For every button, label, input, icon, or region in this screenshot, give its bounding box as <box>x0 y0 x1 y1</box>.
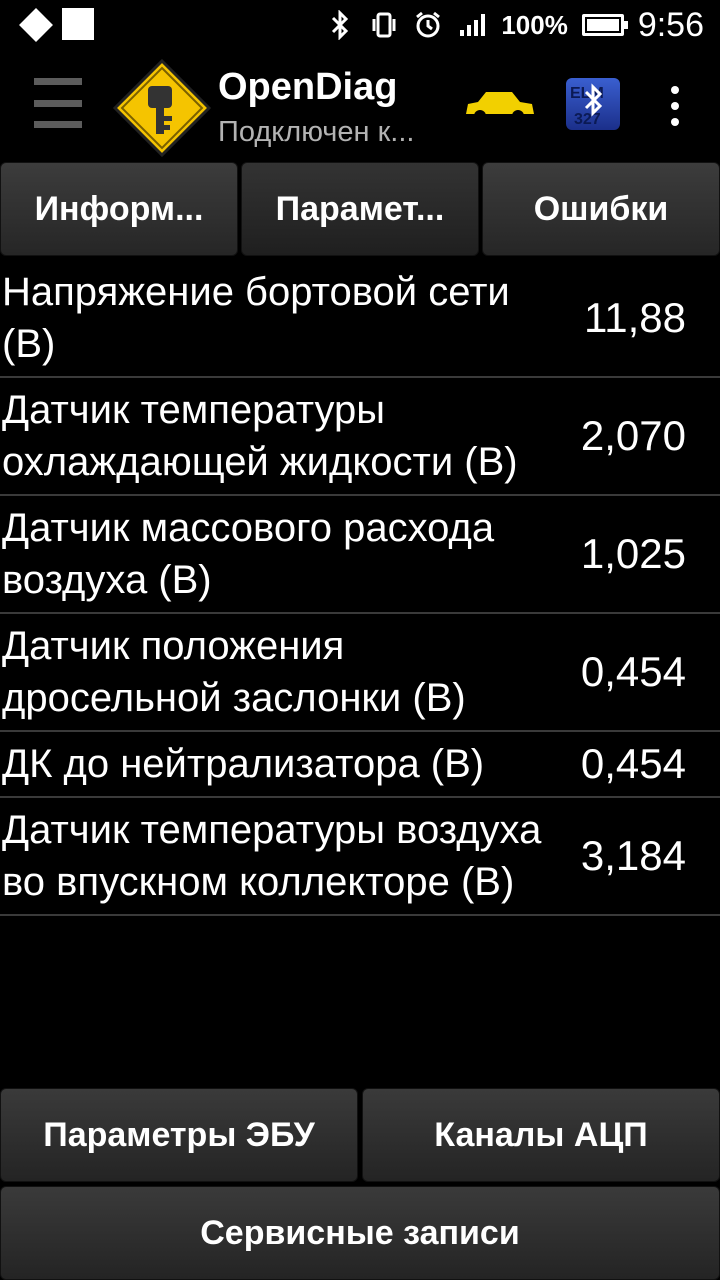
notification-square-icon <box>62 8 94 40</box>
bottom-actions: Параметры ЭБУ Каналы АЦП Сервисные запис… <box>0 1088 720 1280</box>
tab-bar: Информ... Парамет... Ошибки <box>0 162 720 256</box>
app-title: OpenDiag <box>218 66 398 108</box>
list-item[interactable]: Датчик массового расхода воздуха (В) 1,0… <box>0 496 720 614</box>
connection-status: Подключен к... <box>218 116 415 148</box>
notification-diamond-icon <box>19 8 53 42</box>
opendiag-logo[interactable] <box>112 58 212 158</box>
parameter-label: Датчик температуры воздуха во впускном к… <box>2 808 542 904</box>
signal-icon <box>457 10 487 40</box>
list-item[interactable]: ДК до нейтрализатора (В) 0,454 <box>0 732 720 798</box>
overflow-menu-icon[interactable] <box>668 86 682 126</box>
parameter-value: 0,454 <box>580 740 686 787</box>
parameter-value: 2,070 <box>580 412 686 459</box>
clock: 9:56 <box>637 5 704 44</box>
list-item[interactable]: Датчик положения дросельной заслонки (В)… <box>0 614 720 732</box>
parameter-label: ДК до нейтрализатора (В) <box>2 742 485 786</box>
parameter-value: 11,88 <box>584 294 686 341</box>
status-bar: 100% 9:56 <box>0 0 720 50</box>
parameter-value: 3,184 <box>580 832 686 879</box>
tab-info[interactable]: Информ... <box>0 162 238 256</box>
elm327-bluetooth-icon[interactable]: ELM 327 <box>566 78 620 130</box>
list-item[interactable]: Датчик температуры воздуха во впускном к… <box>0 798 720 916</box>
service-records-button[interactable]: Сервисные записи <box>0 1186 720 1280</box>
app-bar: OpenDiag Подключен к... ELM 327 <box>0 50 720 160</box>
tab-parameters[interactable]: Парамет... <box>241 162 479 256</box>
parameter-value: 1,025 <box>580 530 686 577</box>
parameter-value: 0,454 <box>580 648 686 695</box>
car-icon[interactable] <box>462 86 536 124</box>
ecu-parameters-button[interactable]: Параметры ЭБУ <box>0 1088 358 1182</box>
tab-errors[interactable]: Ошибки <box>482 162 720 256</box>
list-item[interactable]: Напряжение бортовой сети (В) 11,88 <box>0 260 720 378</box>
vibrate-icon <box>369 10 399 40</box>
battery-percent: 100% <box>501 9 568 40</box>
parameter-list: Напряжение бортовой сети (В) 11,88 Датчи… <box>0 260 720 916</box>
parameter-label: Датчик температуры охлаждающей жидкости … <box>2 388 518 484</box>
bluetooth-icon <box>325 10 355 40</box>
parameter-label: Датчик положения дросельной заслонки (В) <box>2 624 466 720</box>
adc-channels-button[interactable]: Каналы АЦП <box>362 1088 720 1182</box>
battery-icon <box>581 14 628 36</box>
svg-text:327: 327 <box>574 111 601 128</box>
menu-icon[interactable] <box>34 78 82 128</box>
parameter-label: Датчик массового расхода воздуха (В) <box>2 506 495 602</box>
parameter-label: Напряжение бортовой сети (В) <box>2 270 510 366</box>
battery-level <box>586 19 619 31</box>
list-item[interactable]: Датчик температуры охлаждающей жидкости … <box>0 378 720 496</box>
notification-icons <box>19 8 94 42</box>
alarm-icon <box>413 10 443 40</box>
